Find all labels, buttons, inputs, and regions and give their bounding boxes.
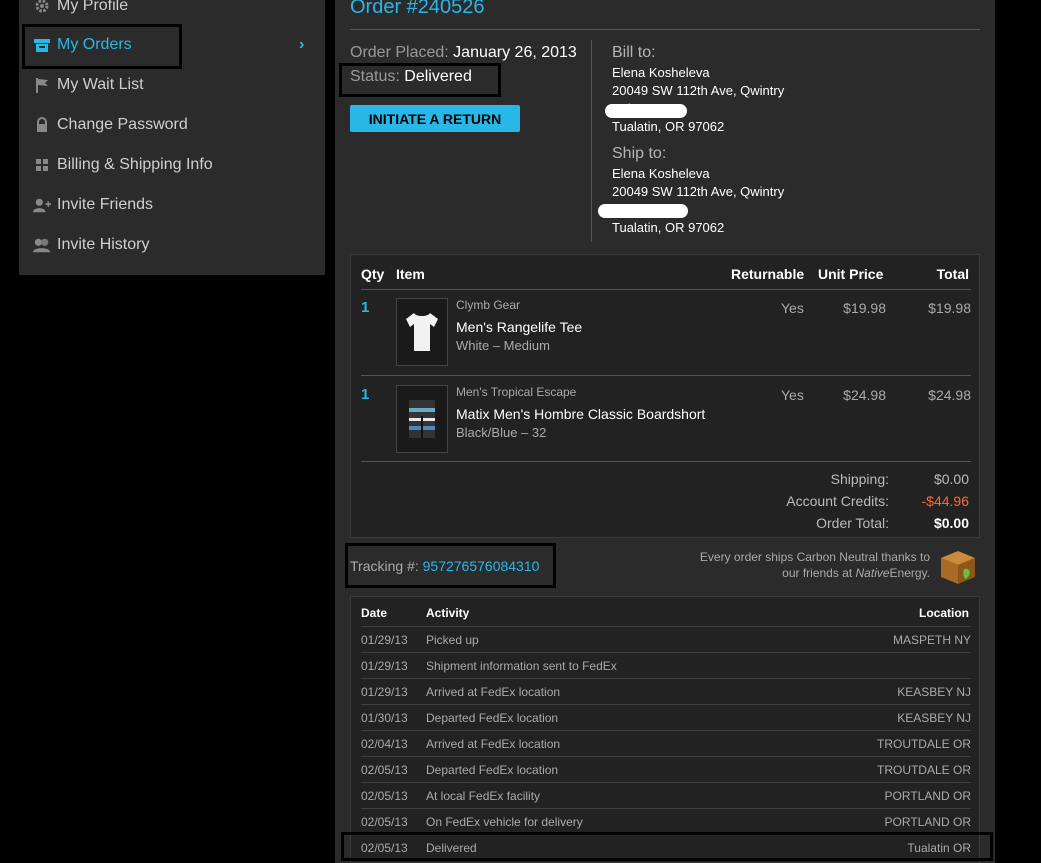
native-energy-box-icon[interactable] [939,549,977,585]
initiate-return-button[interactable]: INITIATE A RETURN [350,105,520,132]
product-thumbnail-boardshort[interactable] [396,385,448,453]
tracking-activity-table: Date Activity Location 01/29/13 Picked up… [350,596,980,863]
col-returnable: Returnable [731,266,805,282]
sidebar-item-invite-history[interactable]: Invite History [33,225,149,265]
col-item: Item [396,266,425,282]
redaction-scribble [605,104,687,118]
product-thumbnail-tee[interactable] [396,298,448,366]
shipping-summary: Shipping: $0.00 [830,471,969,487]
highlight-box [345,543,556,588]
grid-icon [33,156,51,174]
title-divider [350,29,980,30]
order-detail-panel: Order #240526 Order Placed: January 26, … [335,0,995,863]
sidebar-item-change-password[interactable]: Change Password [33,105,188,145]
col-qty: Qty [361,266,385,282]
user-add-icon [33,196,51,214]
col-location: Location [919,606,969,620]
table-row: 01/30/13 Departed FedEx location KEASBEY N… [361,704,971,730]
highlight-box [341,832,993,861]
highlight-box [22,24,182,69]
col-date: Date [361,606,388,620]
table-row: 02/05/13 On FedEx vehicle for delivery POR… [361,808,971,834]
table-row: 01/29/13 Shipment information sent to Fed… [361,652,971,678]
lock-icon [33,116,51,134]
users-icon [33,236,51,254]
table-row: 01/29/13 Arrived at FedEx location KEASBEY… [361,678,971,704]
order-items-table: Qty Item Returnable Unit Price Total 1 C… [350,254,980,538]
chevron-right-icon: › [299,36,305,53]
credits-summary: Account Credits: -$44.96 [786,493,969,509]
gear-icon [33,0,51,15]
col-unit-price: Unit Price [818,266,884,282]
bill-to-address: Bill to: Elena Kosheleva 20049 SW 112th … [612,44,785,134]
table-row: 02/04/13 Arrived at FedEx location TROUTDA… [361,730,971,756]
flag-icon [33,76,51,94]
table-row: 01/29/13 Picked up MASPETH NY [361,626,971,652]
address-divider [591,40,592,242]
account-sidebar: My Profile My Orders › My Wait List Chan… [19,0,325,275]
highlight-box [339,63,501,97]
order-total-summary: Order Total: $0.00 [816,515,969,531]
ship-to-address: Ship to: Elena Kosheleva 20049 SW 112th … [612,145,785,235]
table-row: 02/05/13 Departed FedEx location TROUTDALE… [361,756,971,782]
carbon-neutral-note: Every order ships Carbon Neutral thanks … [699,550,930,580]
order-placed: Order Placed: January 26, 2013 [350,44,577,61]
table-row: 02/05/13 At local FedEx facility PORTLAND … [361,782,971,808]
sidebar-item-wait-list[interactable]: My Wait List [33,65,144,105]
sidebar-item-my-profile[interactable]: My Profile [33,0,128,26]
sidebar-item-billing-shipping[interactable]: Billing & Shipping Info [33,145,213,185]
sidebar-item-invite-friends[interactable]: Invite Friends [33,185,153,225]
col-activity: Activity [426,606,470,620]
order-title: Order #240526 [350,0,485,18]
redaction-scribble [598,204,688,218]
col-total: Total [936,266,969,282]
